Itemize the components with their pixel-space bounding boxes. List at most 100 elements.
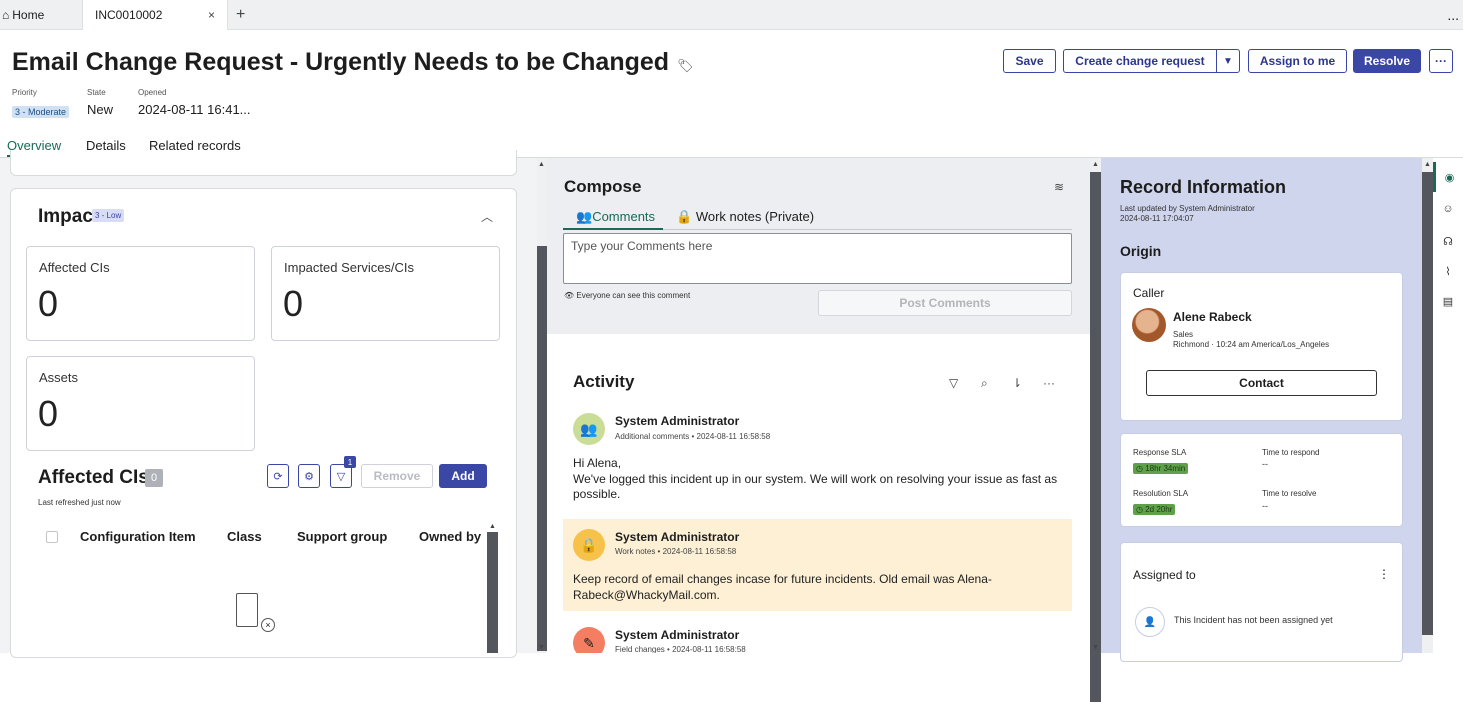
resolve-button[interactable]: Resolve [1353, 49, 1421, 73]
col-owned-by[interactable]: Owned by [419, 529, 481, 544]
comment-input[interactable]: Type your Comments here [563, 233, 1072, 284]
col-class[interactable]: Class [227, 529, 262, 544]
impacted-services-card[interactable]: Impacted Services/CIs 0 [271, 246, 500, 341]
priority-badge: 3 - Moderate [12, 106, 70, 118]
user-icon: 👤 [1135, 607, 1165, 637]
active-tab-indicator [563, 228, 663, 230]
tag-icon[interactable]: 🏷 [677, 58, 694, 73]
assets-card[interactable]: Assets 0 [26, 356, 255, 451]
side-rail: ◉ ☺ ☊ ⌇ ▤ [1433, 158, 1463, 653]
entry-type: Additional comments [615, 432, 690, 441]
edit-avatar-icon: ✎ [573, 627, 605, 653]
collapse-chevron-icon[interactable]: ︿ [481, 208, 493, 225]
updated-by: Last updated by System Administrator [1120, 204, 1255, 213]
impacted-services-count: 0 [283, 283, 304, 324]
tab-work-notes[interactable]: 🔒 Work notes (Private) [676, 209, 814, 225]
document-icon[interactable]: ▤ [1433, 286, 1463, 316]
refresh-icon[interactable]: ⟳ [267, 464, 289, 488]
caller-location: Richmond · 10:24 am America/Los_Angeles [1173, 340, 1330, 349]
origin-title: Origin [1120, 243, 1162, 259]
affected-cis-label: Affected CIs [39, 260, 110, 275]
state-label: State [87, 88, 106, 97]
entry-meta: Field changes • 2024-08-11 16:58:58 [615, 645, 746, 653]
more-icon[interactable]: ··· [1043, 376, 1055, 390]
scroll-up-arrow-icon[interactable]: ▲ [538, 161, 545, 168]
activity-pulse-icon[interactable]: ◉ [1433, 162, 1463, 192]
resolution-sla-value: 2d 20hr [1145, 505, 1173, 514]
entry-meta: Additional comments • 2024-08-11 16:58:5… [615, 432, 771, 441]
assign-to-me-button[interactable]: Assign to me [1248, 49, 1347, 73]
col-configuration-item[interactable]: Configuration Item [80, 529, 196, 544]
scroll-up-arrow-icon[interactable]: ▲ [489, 523, 496, 530]
scroll-up-arrow-icon[interactable]: ▲ [1092, 161, 1099, 168]
sort-icon[interactable]: ⇂ [1012, 376, 1022, 390]
search-icon[interactable]: ⌕ [981, 376, 988, 391]
more-vertical-icon[interactable]: ⋮ [1378, 567, 1390, 581]
assets-label: Assets [39, 370, 79, 385]
chevron-down-icon[interactable]: ▼ [1216, 49, 1240, 73]
entry-author: System Administrator [615, 628, 740, 642]
compose-settings-icon[interactable]: ≋ [1054, 180, 1064, 194]
right-scrollbar[interactable] [1422, 158, 1433, 653]
right-scroll-thumb[interactable] [1422, 172, 1433, 635]
scroll-down-arrow-icon[interactable]: ▼ [1092, 644, 1099, 651]
clock-icon: ◷ [1136, 505, 1143, 514]
more-actions-button[interactable]: ··· [1429, 49, 1453, 73]
affected-cis-title: Affected CIs [38, 467, 149, 488]
compose-title: Compose [564, 177, 642, 196]
activity-entry: ✎ System Administrator Field changes • 2… [563, 621, 1072, 653]
entry-author: System Administrator [615, 414, 740, 428]
middle-scroll-thumb[interactable] [1090, 172, 1101, 702]
middle-scrollbar[interactable] [1090, 158, 1101, 702]
tab-incident[interactable]: INC0010002 × [82, 0, 228, 30]
activity-entry: 👥 System Administrator Additional commen… [563, 407, 1072, 511]
tab-bar: ⌂ Home INC0010002 × + ... [0, 0, 1463, 30]
tab-comments-label: Comments [592, 209, 656, 224]
avatar[interactable] [1132, 308, 1166, 342]
assigned-to-label: Assigned to [1133, 568, 1196, 582]
save-button[interactable]: Save [1003, 49, 1056, 73]
add-button[interactable]: Add [439, 464, 487, 488]
updated-at: 2024-08-11 17:04:07 [1120, 214, 1194, 223]
scroll-down-arrow-icon[interactable]: ▼ [538, 644, 545, 651]
filter-icon[interactable]: ▽ [949, 376, 958, 390]
impact-title: Impact [38, 206, 100, 227]
entry-time: 2024-08-11 16:58:58 [672, 645, 746, 653]
entry-time: 2024-08-11 16:58:58 [696, 432, 771, 441]
resolution-sla-badge: ◷ 2d 20hr [1133, 504, 1176, 515]
record-title: Email Change Request - Urgently Needs to… [12, 48, 670, 76]
group-avatar-icon: 👥 [573, 413, 605, 445]
select-all-checkbox[interactable] [46, 531, 58, 543]
filter-count-badge: 1 [344, 456, 356, 468]
home-icon: ⌂ [2, 8, 10, 22]
caller-name[interactable]: Alene Rabeck [1173, 310, 1252, 324]
tab-home[interactable]: ⌂ Home [2, 0, 82, 30]
empty-x-icon: × [261, 618, 275, 632]
contact-button[interactable]: Contact [1146, 370, 1377, 396]
left-scrollbar[interactable] [537, 158, 547, 653]
tab-comments[interactable]: 👥Comments [576, 209, 655, 225]
new-tab-button[interactable]: + [236, 0, 245, 30]
gear-icon[interactable]: ⚙ [298, 464, 320, 488]
affected-cis-card[interactable]: Affected CIs 0 [26, 246, 255, 341]
create-change-request-button[interactable]: Create change request [1063, 49, 1217, 73]
attachment-icon[interactable]: ⌇ [1433, 256, 1463, 286]
agent-assist-icon[interactable]: ☊ [1433, 226, 1463, 256]
activity-title: Activity [573, 372, 635, 391]
not-assigned-text: This Incident has not been assigned yet [1174, 615, 1333, 625]
entry-body: Hi Alena, We've logged this incident up … [573, 456, 1058, 501]
affected-cis-count-badge: 0 [145, 469, 163, 487]
tab-overflow-button[interactable]: ... [1447, 0, 1459, 30]
table-scrollbar[interactable] [487, 532, 498, 653]
priority-label: Priority [12, 88, 37, 97]
assigned-card [1120, 542, 1403, 662]
remove-button[interactable]: Remove [361, 464, 433, 488]
col-support-group[interactable]: Support group [297, 529, 387, 544]
knowledge-icon[interactable]: ☺ [1433, 194, 1463, 224]
close-tab-icon[interactable]: × [208, 8, 215, 22]
tab-incident-label: INC0010002 [95, 8, 163, 22]
visibility-text: 👁 Everyone can see this comment [564, 291, 690, 300]
left-scroll-thumb[interactable] [537, 246, 547, 651]
post-comments-button[interactable]: Post Comments [818, 290, 1072, 316]
scroll-up-arrow-icon[interactable]: ▲ [1424, 161, 1431, 168]
